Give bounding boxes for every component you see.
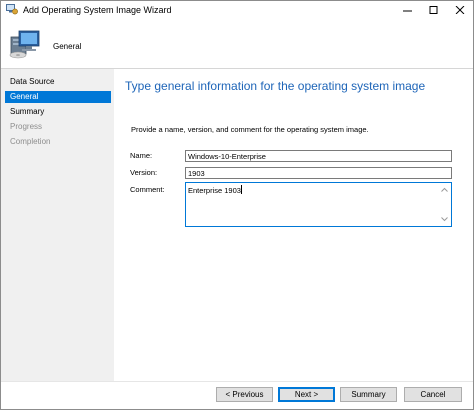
comment-value-wrap: Enterprise 1903 (188, 185, 242, 196)
computer-disc-icon (7, 25, 43, 61)
instructions-text: Provide a name, version, and comment for… (131, 125, 369, 134)
wizard-content: Type general information for the operati… (114, 69, 473, 381)
name-value: Windows-10-Enterprise (188, 152, 266, 161)
sidebar-item-progress: Progress (10, 122, 43, 131)
maximize-button[interactable] (421, 1, 447, 19)
comment-label: Comment: (130, 185, 165, 194)
version-field[interactable]: 1903 (185, 167, 452, 179)
name-label: Name: (130, 151, 153, 160)
sidebar-item-general[interactable]: General (5, 91, 111, 103)
wizard-header: General (1, 20, 473, 68)
sidebar-item-data-source[interactable]: Data Source (5, 76, 111, 88)
close-icon (455, 6, 465, 14)
comment-value: Enterprise 1903 (188, 186, 241, 195)
page-heading: Type general information for the operati… (125, 79, 426, 93)
version-label: Version: (130, 168, 158, 177)
header-title: General (53, 42, 82, 51)
footer-divider (1, 381, 473, 382)
minimize-icon (403, 10, 412, 12)
comment-textarea[interactable]: Enterprise 1903 (185, 182, 452, 227)
cancel-button[interactable]: Cancel (404, 387, 462, 402)
next-button[interactable]: Next > (278, 387, 335, 402)
scroll-down-icon[interactable] (440, 215, 449, 223)
previous-button[interactable]: < Previous (216, 387, 273, 402)
sidebar-item-completion: Completion (10, 137, 51, 146)
text-caret (240, 185, 242, 194)
wizard-app-icon (6, 4, 18, 15)
sidebar-item-summary[interactable]: Summary (5, 106, 111, 118)
minimize-button[interactable] (395, 1, 421, 19)
wizard-window: Add Operating System Image Wizard Genera… (0, 0, 474, 410)
title-bar[interactable]: Add Operating System Image Wizard (1, 1, 473, 19)
summary-button[interactable]: Summary (340, 387, 397, 402)
wizard-step-sidebar: Data Source General Summary Progress Com… (1, 69, 114, 381)
name-field[interactable]: Windows-10-Enterprise (185, 150, 452, 162)
maximize-icon (429, 6, 438, 14)
scroll-up-icon[interactable] (440, 186, 449, 194)
version-value: 1903 (188, 169, 205, 178)
close-button[interactable] (447, 1, 473, 19)
window-title: Add Operating System Image Wizard (23, 5, 172, 15)
